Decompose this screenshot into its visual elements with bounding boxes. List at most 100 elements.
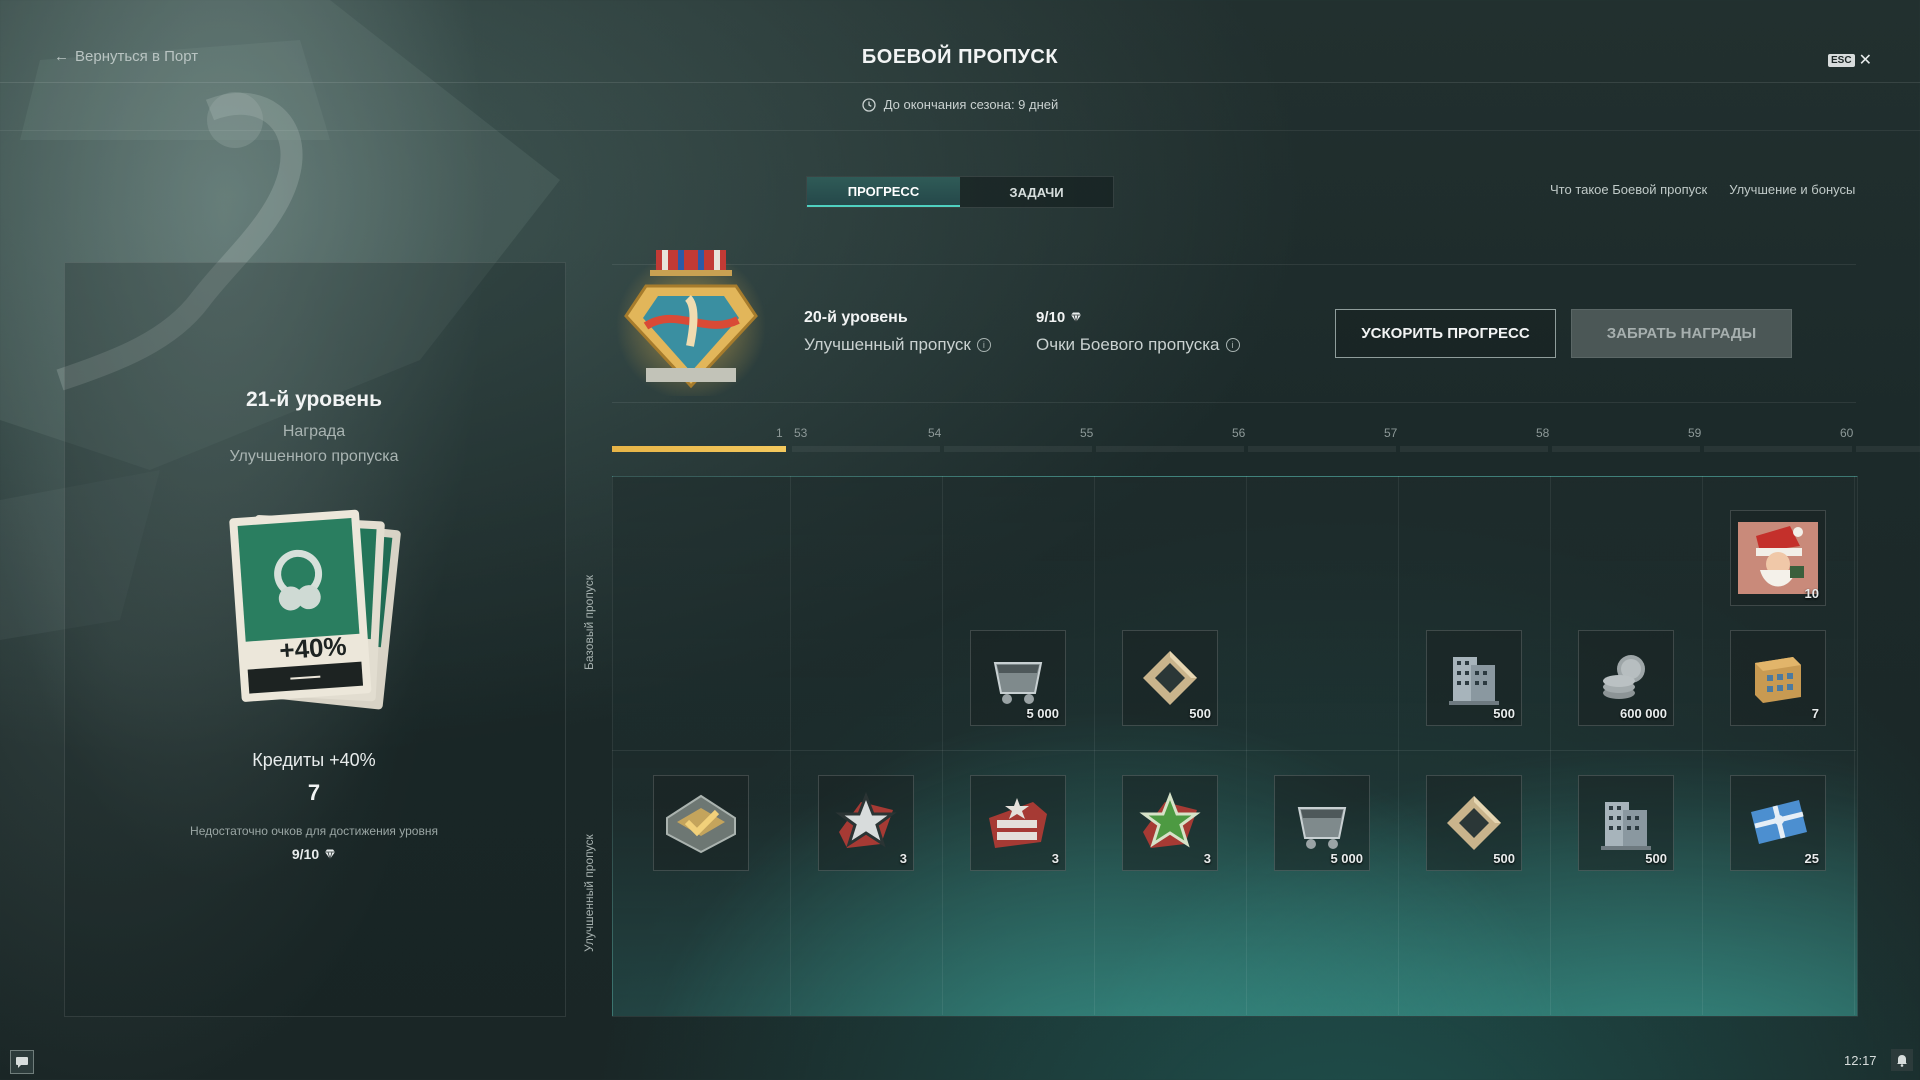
building-icon [1591, 788, 1661, 858]
credits-boost-card-icon [222, 505, 402, 715]
level-number: 58 [1536, 426, 1550, 440]
what-is-battle-pass-link[interactable]: Что такое Боевой пропуск [1550, 182, 1707, 197]
help-links: Что такое Боевой пропуск Улучшение и бон… [1550, 182, 1855, 197]
red-star-signal-icon [831, 788, 901, 858]
reward-caption-line2: Улучшенного пропуска [229, 448, 399, 465]
reward-quantity: 3 [899, 851, 907, 866]
level-number: 55 [1080, 426, 1094, 440]
premium-pass-row-label: Улучшенный пропуск [582, 834, 596, 952]
premium-reward-tile[interactable]: 500 [1426, 775, 1522, 871]
claim-rewards-button[interactable]: ЗАБРАТЬ НАГРАДЫ [1571, 309, 1792, 358]
reward-quantity: 500 [1189, 706, 1211, 721]
reward-name: Кредиты +40% [252, 750, 376, 770]
gift-ticket-icon [1743, 788, 1813, 858]
season-divider [0, 130, 1920, 131]
base-top-reward-tile[interactable]: 10 [1730, 510, 1826, 606]
left-points-counter: 9/10 [64, 846, 564, 862]
battle-pass-medal-icon [606, 246, 776, 401]
green-star-signal-icon [1135, 788, 1205, 858]
esc-key-hint: ESC [1828, 53, 1855, 67]
base-reward-tile[interactable]: 7 [1730, 630, 1826, 726]
reward-quantity: 25 [1804, 851, 1819, 866]
points-counter: 9/10 [1036, 309, 1082, 326]
diamond-icon [1071, 312, 1082, 323]
progress-segment [792, 446, 940, 452]
progress-segment [1704, 446, 1852, 452]
premium-reward-tile[interactable]: 500 [1578, 775, 1674, 871]
upgrades-and-bonuses-link[interactable]: Улучшение и бонусы [1729, 182, 1855, 197]
column-divider [1094, 476, 1095, 1015]
card-percent-label: +40% [278, 630, 348, 666]
progress-segment [1856, 446, 1920, 452]
pass-type: Улучшенный пропуск i [804, 335, 991, 355]
info-icon[interactable]: i [1225, 338, 1240, 352]
premium-reward-tile[interactable] [653, 775, 749, 871]
boost-progress-button[interactable]: УСКОРИТЬ ПРОГРЕСС [1335, 309, 1556, 358]
pass-type-label: Улучшенный пропуск [804, 335, 971, 354]
checkmark-container-icon [661, 788, 741, 858]
notifications-button[interactable] [1891, 1049, 1913, 1071]
summary-bottom-divider [612, 402, 1856, 403]
reward-quantity: 5 000 [1026, 706, 1059, 721]
reward-quantity: 3 [1051, 851, 1059, 866]
santa-container-icon [1738, 522, 1818, 594]
chat-icon [16, 1057, 28, 1068]
current-level: 20-й уровень [804, 309, 908, 326]
progress-fill [612, 446, 786, 452]
level-number: 56 [1232, 426, 1246, 440]
current-level-marker: 1 [776, 426, 783, 440]
info-icon[interactable]: i [976, 338, 991, 352]
level-number: 60 [1840, 426, 1854, 440]
selected-level-title: 21-й уровень [245, 388, 383, 411]
bell-icon [1897, 1055, 1907, 1067]
column-divider [1398, 476, 1399, 1015]
steel-frame-icon [1439, 788, 1509, 858]
clock-icon [862, 97, 876, 112]
building-icon [1439, 643, 1509, 713]
tab-progress[interactable]: ПРОГРЕСС [807, 177, 960, 207]
premium-reward-tile[interactable]: 3 [970, 775, 1066, 871]
insufficient-points-note: Недостаточно очков для достижения уровня [190, 824, 438, 838]
column-divider [1702, 476, 1703, 1015]
progress-segment [1248, 446, 1396, 452]
premium-reward-tile[interactable]: 3 [818, 775, 914, 871]
close-button[interactable]: ESC ✕ [1828, 50, 1872, 70]
progress-segment [1096, 446, 1244, 452]
diamond-icon [325, 849, 336, 860]
reward-quantity: 600 000 [1620, 706, 1667, 721]
column-divider [942, 476, 943, 1015]
chat-button[interactable] [10, 1050, 34, 1074]
progress-segment [1552, 446, 1700, 452]
premium-reward-tile[interactable]: 5 000 [1274, 775, 1370, 871]
tab-tasks[interactable]: ЗАДАЧИ [960, 177, 1113, 207]
reward-count: 7 [307, 780, 321, 805]
season-timer: До окончания сезона: 9 дней [0, 97, 1920, 112]
reward-grid [612, 476, 1858, 1017]
points-value: 9/10 [1036, 309, 1066, 326]
level-number: 59 [1688, 426, 1702, 440]
reward-quantity: 10 [1804, 586, 1819, 601]
reward-quantity: 7 [1811, 706, 1819, 721]
base-reward-tile[interactable]: 500 [1122, 630, 1218, 726]
coal-cart-icon [983, 643, 1053, 713]
column-divider [1854, 476, 1855, 1015]
column-divider [1246, 476, 1247, 1015]
clock-time: 12:17 [1844, 1053, 1877, 1068]
base-pass-row-label: Базовый пропуск [582, 575, 596, 670]
column-divider [1550, 476, 1551, 1015]
tab-bar: ПРОГРЕСС ЗАДАЧИ [806, 176, 1114, 208]
base-reward-tile[interactable]: 5 000 [970, 630, 1066, 726]
page-title: БОЕВОЙ ПРОПУСК [861, 46, 1059, 68]
progress-segment [944, 446, 1092, 452]
column-divider [790, 476, 791, 1015]
left-points-value: 9/10 [291, 846, 320, 862]
reward-quantity: 5 000 [1330, 851, 1363, 866]
season-text: До окончания сезона: 9 дней [883, 97, 1059, 112]
premium-reward-tile[interactable]: 3 [1122, 775, 1218, 871]
steel-frame-icon [1135, 643, 1205, 713]
premium-reward-tile[interactable]: 25 [1730, 775, 1826, 871]
base-reward-tile[interactable]: 600 000 [1578, 630, 1674, 726]
points-label: Очки Боевого пропуска [1036, 335, 1220, 354]
header-divider [0, 82, 1920, 83]
base-reward-tile[interactable]: 500 [1426, 630, 1522, 726]
